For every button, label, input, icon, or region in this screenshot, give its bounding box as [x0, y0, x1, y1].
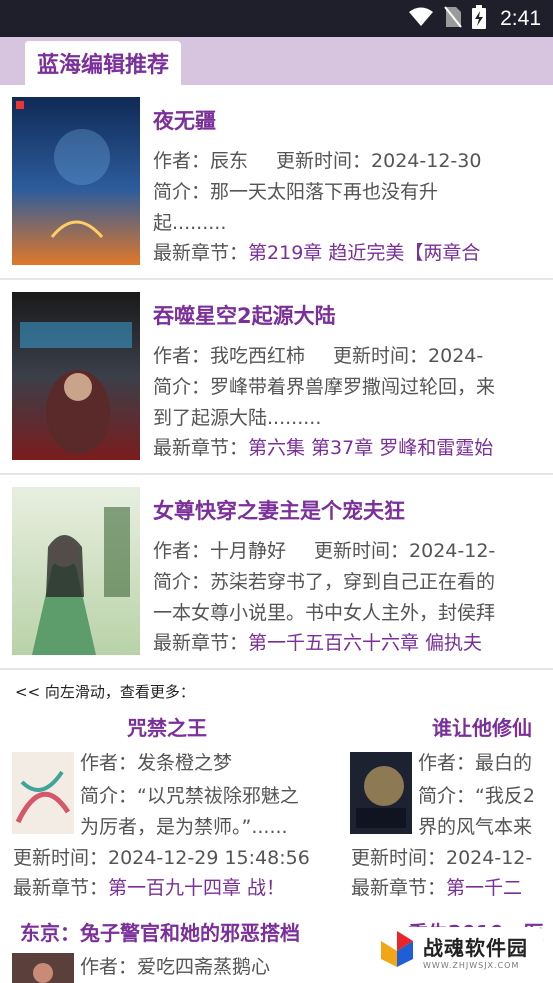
book-title[interactable]: 吞噬星空2起源大陆: [153, 300, 336, 330]
card-cover[interactable]: [12, 752, 74, 834]
book-updated: 更新时间：2024-12-30: [276, 150, 482, 172]
book-latest-chapter[interactable]: 最新章节：第六集 第37章 罗峰和雷霆始: [153, 433, 545, 460]
card-cover[interactable]: [350, 752, 412, 834]
card-updated: 更新时间：2024-12-29 15:48:56: [13, 847, 310, 869]
book-meta: 作者：十月静好 更新时间：2024-12-: [153, 536, 545, 563]
card-title[interactable]: 咒禁之王: [127, 712, 207, 741]
scroll-hint: << 向左滑动，查看更多：: [15, 683, 195, 701]
book-item[interactable]: 夜无疆 作者：辰东 更新时间：2024-12-30 简介：那一天太阳落下再也没有升…: [0, 85, 553, 280]
chapter-link[interactable]: 第一百九十四章 战！: [108, 877, 285, 899]
book-latest-chapter[interactable]: 最新章节：第219章 趋近完美【两章合: [153, 238, 545, 265]
book-cover[interactable]: [12, 97, 140, 265]
book-intro-line: 起.........: [153, 212, 227, 234]
chapter-label: 最新章节：: [153, 632, 249, 654]
card-intro-line: 界的风气本来: [418, 816, 533, 838]
book-intro-line: 简介：罗峰带着界兽摩罗撒闯过轮回，来: [153, 376, 496, 398]
book-title[interactable]: 女尊快穿之妻主是个宠夫狂: [153, 495, 405, 525]
book-intro-line: 到了起源大陆.........: [153, 407, 322, 429]
watermark-logo-icon: [377, 929, 417, 973]
watermark-name: 战魂软件园: [423, 936, 528, 960]
card-intro-line: 简介：“以咒禁祓除邪魅之: [80, 785, 299, 807]
wifi-icon: [408, 7, 434, 31]
card-cover[interactable]: [12, 953, 74, 983]
book-meta: 作者：我吃西红柿 更新时间：2024-: [153, 341, 545, 368]
book-item[interactable]: 吞噬星空2起源大陆 作者：我吃西红柿 更新时间：2024- 简介：罗峰带着界兽摩罗…: [0, 280, 553, 475]
watermark-url: WWW.ZHJWSJX.COM: [423, 961, 520, 970]
card-latest-chapter[interactable]: 最新章节：第一千二: [351, 873, 553, 900]
chapter-label: 最新章节：: [351, 877, 447, 899]
chapter-link[interactable]: 第一千二: [446, 877, 522, 899]
chapter-link[interactable]: 第219章 趋近完美【两章合: [248, 242, 480, 264]
section-header: 蓝海编辑推荐: [0, 37, 553, 85]
card-updated: 更新时间：2024-12-: [351, 847, 533, 869]
chapter-label: 最新章节：: [153, 437, 249, 459]
book-author: 作者：十月静好: [153, 540, 287, 562]
status-bar: 2:41: [0, 0, 553, 37]
book-intro-line: 简介：那一天太阳落下再也没有升: [153, 181, 439, 203]
book-meta: 作者：辰东 更新时间：2024-12-30: [153, 146, 545, 173]
book-intro-line: 一本女尊小说里。书中女人主外，封侯拜: [153, 602, 496, 624]
book-latest-chapter[interactable]: 最新章节：第一千五百六十六章 偏执夫: [153, 628, 545, 655]
status-icons: 2:41: [408, 0, 541, 37]
card-title[interactable]: 谁让他修仙: [432, 712, 532, 741]
chapter-label: 最新章节：: [153, 242, 249, 264]
book-updated: 更新时间：2024-: [333, 345, 484, 367]
book-cover[interactable]: [12, 292, 140, 460]
chapter-link[interactable]: 第六集 第37章 罗峰和雷霆始: [248, 437, 493, 459]
book-intro-line: 简介：苏柒若穿书了，穿到自己正在看的: [153, 571, 496, 593]
book-title[interactable]: 夜无疆: [153, 105, 216, 135]
card-author: 作者：发条橙之梦: [80, 752, 233, 774]
book-cover[interactable]: [12, 487, 140, 655]
no-sim-icon: [444, 5, 462, 32]
battery-charging-icon: [472, 4, 487, 33]
card-author: 作者：爱吃四斋蒸鹅心: [80, 956, 271, 978]
chapter-link[interactable]: 第一千五百六十六章 偏执夫: [248, 632, 482, 654]
chapter-label: 最新章节：: [13, 877, 109, 899]
card-author: 作者：最白的: [418, 752, 533, 774]
book-item[interactable]: 女尊快穿之妻主是个宠夫狂 作者：十月静好 更新时间：2024-12- 简介：苏柒若…: [0, 475, 553, 670]
card-latest-chapter[interactable]: 最新章节：第一百九十四章 战！: [13, 873, 333, 900]
book-updated: 更新时间：2024-12-: [314, 540, 496, 562]
status-time: 2:41: [500, 6, 541, 30]
card-intro-line: 为厉者，是为禁师。”......: [80, 816, 288, 838]
book-author: 作者：辰东: [153, 150, 249, 172]
watermark: 战魂软件园 WWW.ZHJWSJX.COM: [371, 927, 543, 975]
book-author: 作者：我吃西红柿: [153, 345, 306, 367]
card-title[interactable]: 东京：兔子警官和她的邪恶搭档: [20, 917, 300, 946]
section-tab[interactable]: 蓝海编辑推荐: [25, 41, 182, 85]
card-intro-line: 简介：“我反2: [418, 785, 535, 807]
